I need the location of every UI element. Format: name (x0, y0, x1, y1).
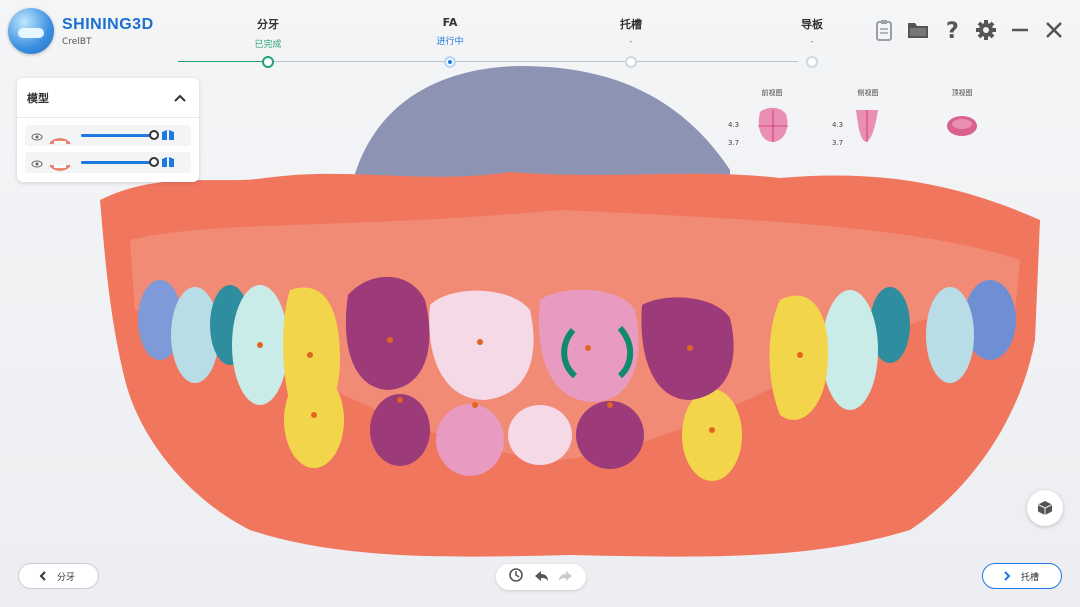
front-top-measure: 4.3 (728, 121, 740, 129)
step-status: 已完成 (254, 40, 282, 50)
top-view[interactable]: 顶视图 (927, 88, 997, 150)
step-status: - (629, 37, 633, 47)
clipboard-icon[interactable] (872, 18, 896, 42)
step-status: - (810, 37, 814, 47)
side-view-tooth (856, 110, 878, 142)
folder-icon[interactable] (906, 18, 930, 42)
side-top-measure: 4.3 (832, 121, 844, 129)
window-toolbar: ? (872, 18, 1066, 42)
slider-knob[interactable] (149, 130, 159, 140)
opacity-slider-lower[interactable] (81, 157, 159, 167)
redo-icon[interactable] (558, 568, 574, 587)
eye-icon[interactable] (31, 126, 45, 145)
side-view[interactable]: 侧视图 (833, 88, 903, 150)
settings-icon[interactable] (974, 18, 998, 42)
app-logo (8, 8, 54, 54)
minimize-icon[interactable] (1008, 18, 1032, 42)
undo-icon[interactable] (533, 568, 549, 587)
step-title: FA (442, 16, 458, 29)
prev-step-label: 分牙 (57, 572, 76, 583)
top-view-label: 顶视图 (951, 89, 973, 97)
model-row-lower (25, 152, 191, 173)
panel-title: 模型 (27, 91, 49, 105)
step-title: 托槽 (620, 18, 642, 31)
step-status: 进行中 (436, 37, 464, 47)
brand-subtitle: CrelBT (62, 36, 92, 47)
tooth-icon[interactable] (161, 126, 175, 145)
tooth-icon[interactable] (161, 153, 175, 172)
side-view-label: 侧视图 (857, 89, 879, 97)
history-icon[interactable] (508, 567, 524, 587)
opacity-slider-upper[interactable] (81, 130, 159, 140)
help-icon[interactable]: ? (940, 18, 964, 42)
chevron-left-icon (39, 571, 46, 581)
chevron-up-icon[interactable] (173, 88, 187, 107)
slider-knob[interactable] (149, 157, 159, 167)
next-step-button[interactable]: 托槽 (982, 563, 1062, 589)
front-bottom-measure: 3.7 (728, 139, 740, 147)
history-controls (496, 564, 586, 590)
front-view[interactable]: 前视图 (737, 88, 807, 150)
step-title: 导板 (801, 18, 823, 31)
svg-text:?: ? (946, 19, 959, 41)
upper-jaw-icon (49, 131, 71, 144)
prev-step-button[interactable]: 分牙 (18, 563, 99, 589)
panel-header[interactable]: 模型 (17, 78, 199, 118)
brand-name: SHINING3D (62, 15, 154, 33)
close-icon[interactable] (1042, 18, 1066, 42)
next-step-label: 托槽 (1021, 572, 1040, 583)
top-view-tooth (947, 116, 977, 136)
cube-icon (1037, 501, 1053, 515)
front-view-label: 前视图 (761, 89, 783, 97)
tooth-view-panel: 前视图 4.3 3.7 侧视图 4.3 3.7 顶视图 (722, 88, 1022, 178)
model-row-upper (25, 125, 191, 146)
view-cube-button[interactable] (1027, 490, 1063, 526)
chevron-right-icon (1004, 571, 1011, 581)
side-bottom-measure: 3.7 (832, 139, 844, 147)
eye-icon[interactable] (31, 153, 45, 172)
brand: SHINING3D CrelBT (8, 8, 154, 54)
app-window: SHINING3D CrelBT 分牙 已完成 FA 进行中 托槽 - 导板 - (0, 0, 1080, 607)
step-title: 分牙 (257, 18, 279, 31)
step-daoban[interactable]: 导板 - (762, 16, 862, 68)
step-tuocao[interactable]: 托槽 - (581, 16, 681, 68)
step-fenya[interactable]: 分牙 已完成 (218, 16, 318, 68)
model-panel: 模型 (17, 78, 199, 182)
front-view-tooth (758, 107, 788, 142)
step-fa[interactable]: FA 进行中 (400, 16, 500, 68)
lower-jaw-icon (49, 158, 71, 171)
